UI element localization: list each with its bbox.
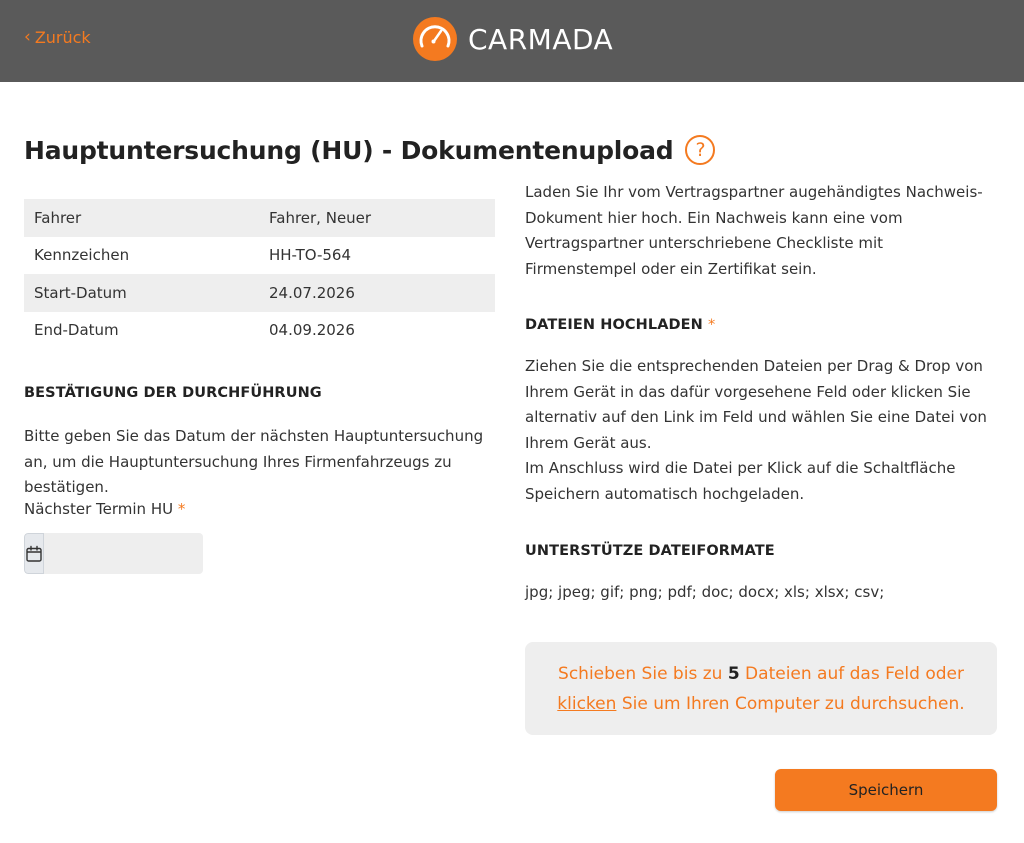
info-value: 24.07.2026 (259, 274, 495, 312)
table-row: Kennzeichen HH-TO-564 (24, 237, 495, 275)
back-link-label: Zurück (34, 28, 91, 47)
info-label: Fahrer (24, 199, 259, 237)
chevron-left-icon: ‹ (24, 27, 31, 47)
dropzone-text-before: Schieben Sie bis zu (558, 663, 728, 684)
confirmation-heading: BESTÄTIGUNG DER DURCHFÜHRUNG (24, 385, 322, 401)
required-mark: * (177, 500, 186, 518)
browse-files-link[interactable]: klicken (557, 694, 616, 714)
next-date-picker (24, 533, 203, 574)
table-row: Fahrer Fahrer, Neuer (24, 199, 495, 237)
vehicle-info-table: Fahrer Fahrer, Neuer Kennzeichen HH-TO-5… (24, 199, 495, 349)
upload-intro-text: Laden Sie Ihr vom Vertragspartner augehä… (525, 183, 983, 278)
dropzone-text-after: Sie um Ihren Computer zu durchsuchen. (616, 693, 965, 714)
upload-instructions-1: Ziehen Sie die entsprechenden Dateien pe… (525, 357, 987, 452)
info-value: HH-TO-564 (269, 246, 352, 265)
logo: CARMADA (412, 16, 613, 62)
upload-instructions-2: Im Anschluss wird die Datei per Klick au… (525, 459, 956, 503)
back-link[interactable]: ‹ Zurück (24, 28, 91, 47)
calendar-icon (26, 545, 42, 562)
table-row: End-Datum 04.09.2026 (24, 312, 495, 350)
help-icon[interactable]: ? (685, 135, 716, 165)
confirmation-text: Bitte geben Sie das Datum der nächsten H… (24, 427, 484, 496)
info-value: 04.09.2026 (269, 321, 355, 340)
speedometer-logo-icon (413, 17, 457, 61)
dropzone-text: Schieben Sie bis zu 5 Dateien auf das Fe… (557, 659, 964, 719)
required-mark: * (708, 317, 716, 333)
info-label: Kennzeichen (34, 246, 130, 265)
file-dropzone[interactable]: Schieben Sie bis zu 5 Dateien auf das Fe… (525, 642, 997, 735)
next-date-label: Nächster Termin HU * (24, 500, 185, 518)
page-title-row: Hauptuntersuchung (HU) - Dokumentenuploa… (24, 135, 716, 165)
top-bar: ‹ Zurück CARMADA (0, 0, 1024, 82)
upload-instructions: Ziehen Sie die entsprechenden Dateien pe… (525, 354, 995, 507)
info-label: End-Datum (34, 321, 119, 340)
info-label: Start-Datum (24, 274, 259, 312)
next-date-label-text: Nächster Termin HU (24, 500, 174, 518)
dropzone-file-count: 5 (727, 663, 740, 684)
formats-list: jpg; jpeg; gif; png; pdf; doc; docx; xls… (525, 583, 885, 601)
save-button[interactable]: Speichern (775, 769, 997, 811)
upload-heading-text: DATEIEN HOCHLADEN (525, 317, 703, 333)
logo-text: CARMADA (468, 22, 614, 56)
upload-heading: DATEIEN HOCHLADEN * (525, 317, 995, 333)
page-title: Hauptuntersuchung (HU) - Dokumentenuploa… (24, 135, 674, 165)
dropzone-text-middle: Dateien auf das Feld oder (739, 663, 964, 684)
next-date-input[interactable] (44, 533, 203, 574)
calendar-button[interactable] (24, 533, 44, 574)
formats-heading: UNTERSTÜTZE DATEIFORMATE (525, 543, 775, 559)
info-value: Fahrer, Neuer (259, 199, 495, 237)
table-row: Start-Datum 24.07.2026 (24, 274, 495, 312)
